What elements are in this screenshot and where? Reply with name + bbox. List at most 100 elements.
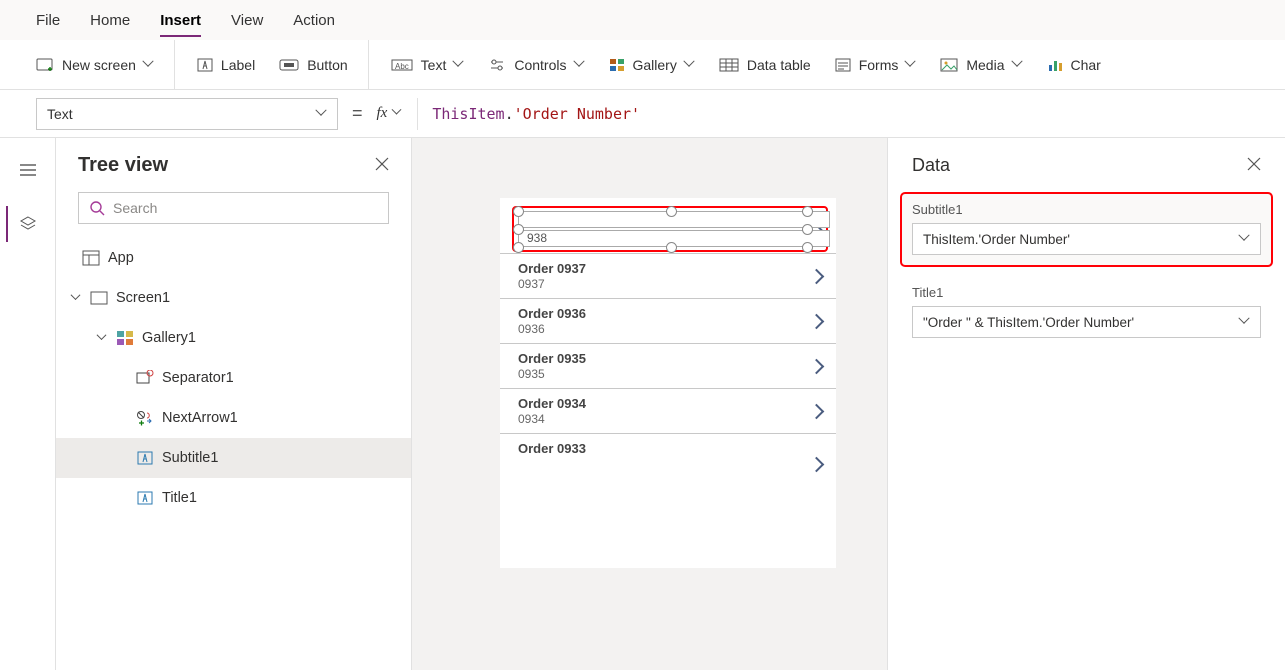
text-button[interactable]: Abc Text	[391, 57, 465, 73]
data-panel-title: Data	[912, 155, 950, 176]
resize-handle[interactable]	[513, 206, 524, 217]
hamburger-button[interactable]	[8, 152, 48, 188]
tree-node-screen[interactable]: Screen1	[56, 278, 411, 318]
expand-twisty-icon[interactable]	[98, 333, 108, 343]
subtitle-field-input[interactable]: ThisItem.'Order Number'	[912, 223, 1261, 255]
close-tree-button[interactable]	[375, 157, 389, 174]
controls-icon	[488, 58, 506, 72]
tree-node-label: NextArrow1	[162, 410, 238, 426]
resize-handle[interactable]	[513, 224, 524, 235]
fx-button[interactable]: fx	[377, 98, 419, 130]
menubar: File Home Insert View Action	[0, 0, 1285, 40]
gallery-row[interactable]: Order 0936 0936	[500, 299, 836, 344]
chevron-down-icon	[575, 60, 585, 70]
close-data-panel-button[interactable]	[1247, 157, 1261, 174]
charts-label: Char	[1071, 57, 1101, 73]
selected-controls: 938	[518, 208, 830, 250]
chevron-right-icon[interactable]	[811, 361, 822, 372]
menu-view[interactable]: View	[231, 12, 263, 29]
row-title: Order 0935	[518, 351, 586, 366]
gallery-button[interactable]: Gallery	[609, 57, 695, 73]
tree-node-separator[interactable]: Separator1	[56, 358, 411, 398]
menu-file[interactable]: File	[36, 12, 60, 29]
chevron-right-icon[interactable]	[811, 459, 822, 470]
resize-handle[interactable]	[666, 206, 677, 217]
data-table-label: Data table	[747, 57, 811, 73]
menu-insert[interactable]: Insert	[160, 12, 201, 37]
resize-handle[interactable]	[802, 242, 813, 253]
nextarrow-icon	[136, 410, 154, 426]
chevron-down-icon	[685, 60, 695, 70]
tree-node-nextarrow[interactable]: NextArrow1	[56, 398, 411, 438]
tree-node-subtitle[interactable]: Subtitle1	[56, 438, 411, 478]
label-button[interactable]: Label	[197, 57, 255, 73]
fx-label: fx	[377, 105, 388, 122]
gallery-icon	[609, 58, 625, 72]
gallery-row[interactable]: Order 0937 0937	[500, 254, 836, 299]
chevron-right-icon[interactable]	[811, 316, 822, 327]
charts-button[interactable]: Char	[1047, 57, 1101, 73]
close-icon	[1247, 157, 1261, 171]
gallery-row[interactable]: Order 0934 0934	[500, 389, 836, 434]
svg-text:Abc: Abc	[395, 62, 409, 71]
tree-node-title[interactable]: Title1	[56, 478, 411, 518]
search-input[interactable]: Search	[78, 192, 389, 224]
formula-token-dot: .	[505, 105, 514, 123]
chevron-right-icon[interactable]	[811, 406, 822, 417]
gallery-row[interactable]: Order 0935 0935	[500, 344, 836, 389]
tree-node-label: Separator1	[162, 370, 234, 386]
row-subtitle: 0934	[518, 412, 586, 426]
row-subtitle: 0937	[518, 277, 586, 291]
row-subtitle: 0936	[518, 322, 586, 336]
close-icon	[375, 157, 389, 171]
property-value: Text	[47, 106, 73, 122]
canvas[interactable]: Order 0938 938 Order 0937 0937 Order 093…	[412, 138, 887, 670]
chevron-down-icon	[1013, 60, 1023, 70]
media-button[interactable]: Media	[940, 57, 1022, 73]
row-title: Order 0933	[518, 441, 586, 456]
formula-input[interactable]: ThisItem.'Order Number'	[432, 105, 640, 123]
tree-view-rail-button[interactable]	[6, 206, 46, 242]
tree-title: Tree view	[78, 154, 168, 177]
media-icon	[940, 58, 958, 72]
button-label: Button	[307, 57, 347, 73]
gallery-row[interactable]: Order 0933	[500, 434, 836, 478]
resize-handle[interactable]	[513, 242, 524, 253]
menu-action[interactable]: Action	[293, 12, 335, 29]
data-table-button[interactable]: Data table	[719, 57, 811, 73]
subtitle-field-value: ThisItem.'Order Number'	[923, 232, 1070, 247]
title-field-label: Title1	[912, 285, 1261, 300]
charts-icon	[1047, 58, 1063, 72]
chevron-down-icon	[144, 60, 154, 70]
formula-token-object: ThisItem	[432, 105, 504, 123]
new-screen-label: New screen	[62, 57, 136, 73]
chevron-down-icon	[1240, 234, 1250, 244]
new-screen-button[interactable]: New screen	[36, 57, 154, 73]
search-icon	[89, 200, 105, 216]
text-label: Text	[421, 57, 447, 73]
row-subtitle	[518, 457, 586, 471]
tree-panel: Tree view Search App Screen1	[56, 138, 412, 670]
subtitle-field-label: Subtitle1	[912, 202, 1261, 217]
property-selector[interactable]: Text	[36, 98, 338, 130]
chevron-down-icon	[906, 60, 916, 70]
tree-node-gallery[interactable]: Gallery1	[56, 318, 411, 358]
text-icon: Abc	[391, 58, 413, 72]
row-title: Order 0937	[518, 261, 586, 276]
expand-twisty-icon[interactable]	[72, 293, 82, 303]
chevron-right-icon[interactable]	[811, 271, 822, 282]
resize-handle[interactable]	[802, 224, 813, 235]
button-button[interactable]: Button	[279, 57, 347, 73]
title-field-input[interactable]: "Order " & ThisItem.'Order Number'	[912, 306, 1261, 338]
left-rail	[0, 138, 56, 670]
gallery-preview[interactable]: Order 0938 938 Order 0937 0937 Order 093…	[500, 198, 836, 568]
controls-button[interactable]: Controls	[488, 57, 584, 73]
forms-button[interactable]: Forms	[835, 57, 917, 73]
resize-handle[interactable]	[802, 206, 813, 217]
hamburger-icon	[19, 163, 37, 177]
menu-home[interactable]: Home	[90, 12, 130, 29]
resize-handle[interactable]	[666, 242, 677, 253]
search-placeholder: Search	[113, 200, 157, 216]
tree-node-app[interactable]: App	[56, 238, 411, 278]
gallery-label: Gallery	[633, 57, 677, 73]
